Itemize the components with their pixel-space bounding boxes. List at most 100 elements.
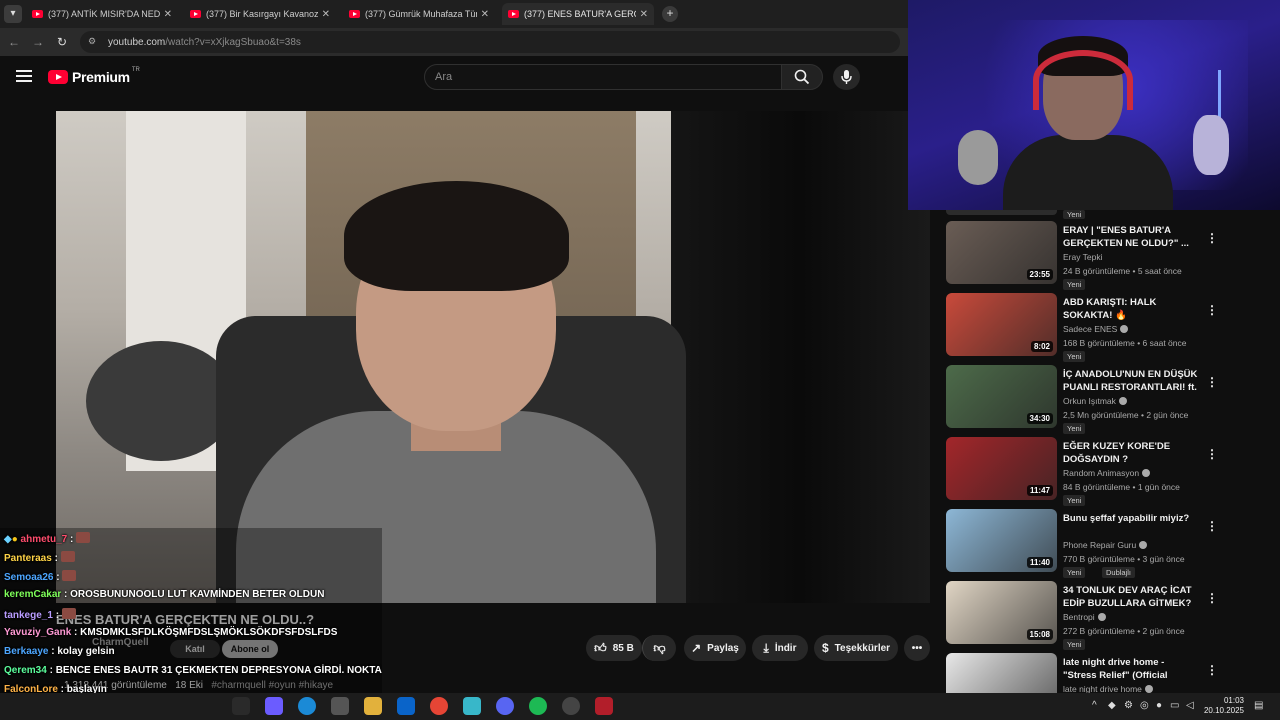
recommendation-item[interactable]: 11:40 Bunu şeffaf yapabilir miyiz? Phone R…: [946, 509, 1246, 578]
voicemeeter-icon[interactable]: [595, 697, 613, 715]
chat-username[interactable]: Semoaa26: [4, 572, 53, 583]
chat-username[interactable]: Panteraas: [4, 553, 52, 564]
video-thumbnail[interactable]: 34:30: [946, 365, 1057, 428]
more-vert-icon[interactable]: ⋮: [1206, 303, 1218, 317]
discord-icon[interactable]: [496, 697, 514, 715]
partial-thumbnail[interactable]: [946, 210, 1057, 215]
video-thumbnail[interactable]: 11:40: [946, 509, 1057, 572]
close-icon[interactable]: ✕: [640, 9, 648, 20]
tray-chevron-icon[interactable]: ^: [1092, 700, 1097, 711]
recommendation-title[interactable]: ABD KARIŞTI: HALK SOKAKTA! 🔥: [1063, 296, 1198, 322]
reload-icon[interactable]: ↻: [54, 34, 70, 50]
recommendation-channel[interactable]: Eray Tepki: [1063, 252, 1103, 262]
recommendation-item[interactable]: late night drive home - "Stress Relief" …: [946, 653, 1246, 693]
tab-2[interactable]: (377) Bir Kasırgayı Kavanoza Ha ✕: [184, 3, 336, 25]
video-thumbnail[interactable]: 11:47: [946, 437, 1057, 500]
recommendation-title[interactable]: ERAY | "ENES BATUR'A GERÇEKTEN NE OLDU?"…: [1063, 224, 1198, 250]
streamer: [1003, 36, 1173, 210]
recommendation-title[interactable]: İÇ ANADOLU'NUN EN DÜŞÜK PUANLI RESTORANT…: [1063, 368, 1198, 394]
more-vert-icon[interactable]: ⋮: [1206, 591, 1218, 605]
store-icon[interactable]: [331, 697, 349, 715]
file-explorer-icon[interactable]: [364, 697, 382, 715]
close-icon[interactable]: ✕: [322, 9, 330, 20]
recommendation-title[interactable]: Bunu şeffaf yapabilir miyiz?: [1063, 512, 1198, 525]
video-thumbnail[interactable]: 8:02: [946, 293, 1057, 356]
spotify-icon[interactable]: [529, 697, 547, 715]
close-icon[interactable]: ✕: [481, 9, 489, 20]
recommendation-title[interactable]: 34 TONLUK DEV ARAÇ İCAT EDİP BUZULLARA G…: [1063, 584, 1198, 610]
recommendation-item[interactable]: 15:08 34 TONLUK DEV ARAÇ İCAT EDİP BUZULL…: [946, 581, 1246, 650]
forward-arrow-icon[interactable]: →: [30, 34, 46, 50]
url-field[interactable]: ⚙ youtube.com/watch?v=xXjkagSbuao&t=38s: [80, 31, 900, 53]
youtube-logo[interactable]: Premium TR: [48, 67, 140, 85]
video-thumbnail[interactable]: 23:55: [946, 221, 1057, 284]
recommendation-channel[interactable]: Bentropi: [1063, 612, 1106, 622]
recommendation-item[interactable]: 23:55 ERAY | "ENES BATUR'A GERÇEKTEN NE O…: [946, 221, 1246, 290]
tab-3[interactable]: (377) Gümrük Muhafaza Türkiye ✕: [343, 3, 495, 25]
recommendation-channel[interactable]: late night drive home: [1063, 684, 1153, 693]
youtube-favicon-icon: [32, 10, 43, 18]
tray-app-icon[interactable]: ◎: [1140, 700, 1149, 711]
download-button[interactable]: ⤓ İndir: [752, 635, 808, 661]
share-button[interactable]: ↗ Paylaş: [684, 635, 746, 661]
recommendation-channel[interactable]: Phone Repair Guru: [1063, 540, 1148, 550]
more-vert-icon[interactable]: ⋮: [1206, 447, 1218, 461]
search-input[interactable]: Ara: [424, 64, 782, 90]
tab-title: (377) ANTİK MISIR'DA NEDEN İ: [48, 9, 160, 19]
video-thumbnail[interactable]: [946, 653, 1057, 693]
thumbs-down-icon: 👎︎: [653, 640, 666, 655]
recommendation-item[interactable]: 11:47 EĞER KUZEY KORE'DE DOĞSAYDIN ? Rando…: [946, 437, 1246, 506]
microphone-icon[interactable]: ●: [1156, 700, 1162, 711]
outlook-icon[interactable]: [397, 697, 415, 715]
tab-search-button[interactable]: ▾: [4, 5, 22, 23]
recommendation-channel[interactable]: Orkun Işıtmak: [1063, 396, 1127, 406]
obs-icon[interactable]: [562, 697, 580, 715]
video-thumbnail[interactable]: 15:08: [946, 581, 1057, 644]
chat-username[interactable]: tankege_1: [4, 610, 53, 621]
tab-1[interactable]: (377) ANTİK MISIR'DA NEDEN İ ✕: [26, 3, 178, 25]
more-vert-icon[interactable]: ⋮: [1206, 519, 1218, 533]
recommendation-title[interactable]: late night drive home - "Stress Relief" …: [1063, 656, 1198, 682]
more-actions-button[interactable]: •••: [904, 635, 930, 661]
more-vert-icon[interactable]: ⋮: [1206, 663, 1218, 677]
notification-icon[interactable]: ▤: [1254, 700, 1263, 711]
network-icon[interactable]: ▭: [1170, 700, 1179, 711]
new-tab-button[interactable]: +: [662, 6, 678, 22]
volume-icon[interactable]: ◁: [1186, 700, 1194, 711]
chat-username[interactable]: keremCakar: [4, 589, 61, 600]
more-vert-icon[interactable]: ⋮: [1206, 231, 1218, 245]
recommendation-meta: 770 B görüntüleme • 3 gün önce: [1063, 554, 1185, 564]
system-clock[interactable]: 01:03 20.10.2025: [1200, 696, 1244, 716]
tab-4-active[interactable]: (377) ENES BATUR'A GERÇEKTEN ✕: [502, 3, 654, 25]
copilot-icon[interactable]: [265, 697, 283, 715]
tray-app-icon[interactable]: ⚙: [1124, 700, 1133, 711]
close-icon[interactable]: ✕: [164, 9, 172, 20]
chat-username[interactable]: Qerem34: [4, 665, 47, 676]
more-vert-icon[interactable]: ⋮: [1206, 375, 1218, 389]
chat-username[interactable]: ahmetu_7: [21, 534, 68, 545]
recommendation-item[interactable]: 34:30 İÇ ANADOLU'NUN EN DÜŞÜK PUANLI REST…: [946, 365, 1246, 434]
task-view-icon[interactable]: [232, 697, 250, 715]
site-info-icon[interactable]: ⚙: [88, 36, 100, 48]
recommendation-title[interactable]: EĞER KUZEY KORE'DE DOĞSAYDIN ?: [1063, 440, 1198, 466]
dislike-button[interactable]: 👎︎: [642, 635, 676, 661]
edge-icon[interactable]: [298, 697, 316, 715]
search-icon: [794, 69, 810, 85]
thanks-button[interactable]: $ Teşekkürler: [814, 635, 898, 661]
voice-search-button[interactable]: [833, 64, 860, 90]
verified-icon: [1142, 469, 1151, 477]
share-label: Paylaş: [707, 642, 739, 654]
like-button[interactable]: 👍︎ 85 B: [586, 635, 642, 661]
tray-app-icon[interactable]: ◆: [1108, 700, 1116, 711]
back-arrow-icon[interactable]: ←: [6, 34, 22, 50]
search-button[interactable]: [781, 64, 823, 90]
menu-icon[interactable]: [16, 70, 32, 82]
chat-username[interactable]: Yavuziy_Gank: [4, 627, 71, 638]
verified-icon: [1144, 685, 1153, 693]
recommendation-channel[interactable]: Sadece ENES: [1063, 324, 1129, 334]
chrome-icon[interactable]: [430, 697, 448, 715]
notes-icon[interactable]: [463, 697, 481, 715]
chat-username[interactable]: Berkaaye: [4, 646, 48, 657]
recommendation-item[interactable]: 8:02 ABD KARIŞTI: HALK SOKAKTA! 🔥 Sadece E…: [946, 293, 1246, 362]
recommendation-channel[interactable]: Random Animasyon: [1063, 468, 1151, 478]
